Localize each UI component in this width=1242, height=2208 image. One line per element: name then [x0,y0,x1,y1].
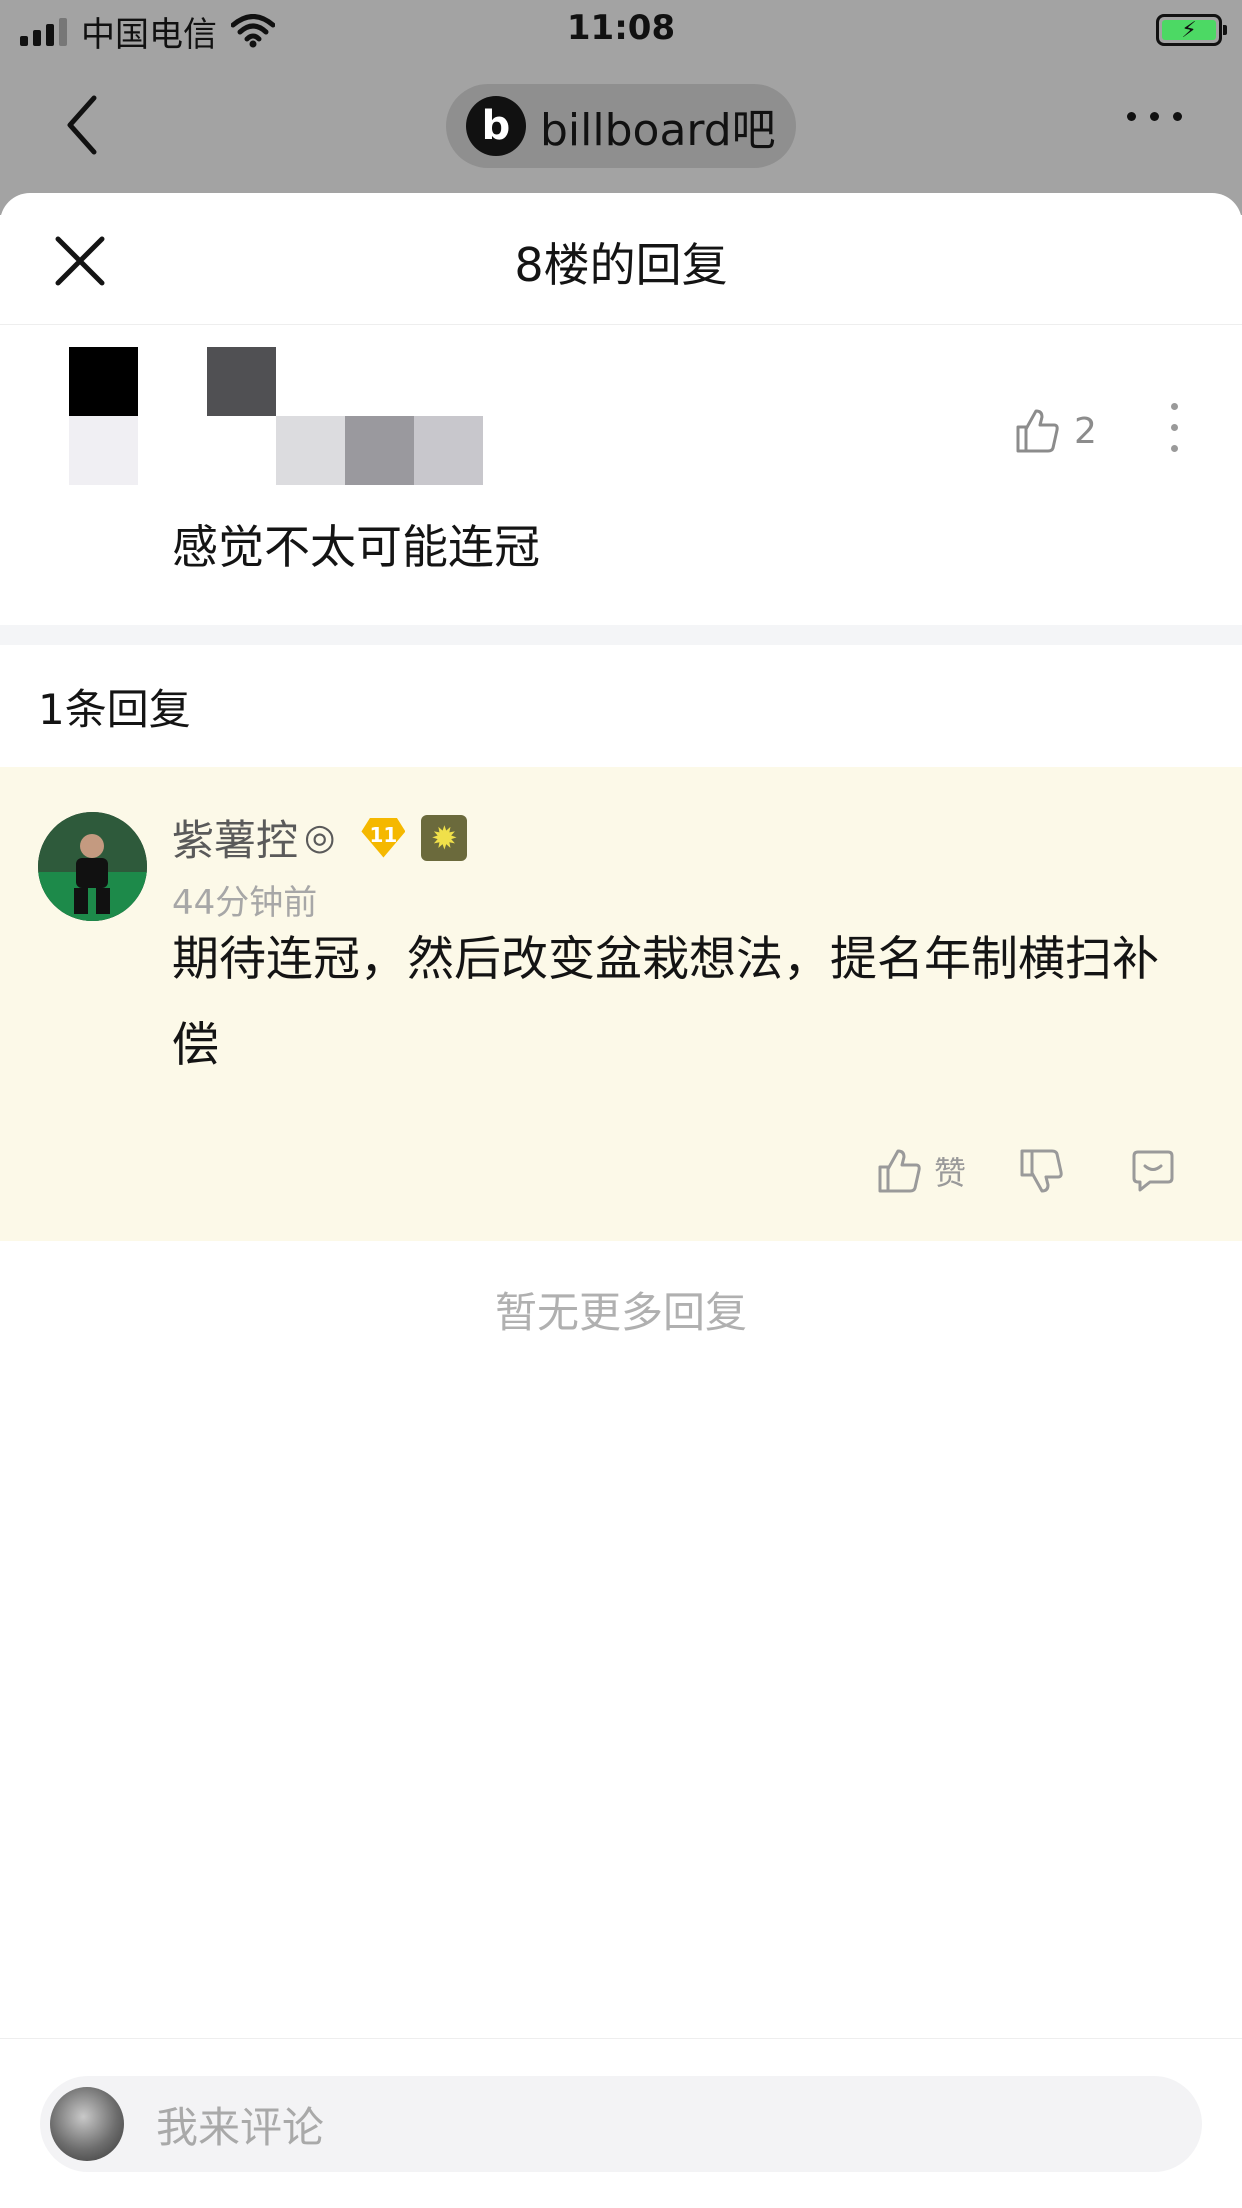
avatar[interactable] [38,812,147,921]
main-comment-text: 感觉不太可能连冠 [172,520,540,574]
forum-name: billboard吧 [540,105,776,156]
comment-placeholder: 我来评论 [156,2102,325,2152]
comment-bubble-icon [1132,1150,1174,1192]
reply-item: 紫薯控 ◎ 11 ✹ 44分钟前 期待连冠，然后改变盆栽想法，提名年制横扫补偿 … [0,767,1242,1241]
status-bar: 中国电信 11:08 ⚡ [0,0,1242,62]
section-divider [0,625,1242,645]
forum-pill[interactable]: b billboard吧 [446,84,796,168]
status-time: 11:08 [566,8,676,48]
reply-text: 期待连冠，然后改变盆栽想法，提名年制横扫补偿 [172,932,1159,1073]
comment-input[interactable]: 我来评论 [40,2076,1202,2172]
reply-user: 紫薯控 ◎ 11 ✹ [172,807,468,868]
my-avatar [50,2087,124,2161]
main-like-button[interactable]: 2 [1014,407,1097,455]
reply-comment-button[interactable] [1130,1148,1176,1194]
level-badge: 11 [357,817,409,858]
no-more-replies: 暂无更多回复 [494,1288,747,1337]
sheet-header: 8楼的回复 [0,193,1242,325]
reply-username[interactable]: 紫薯控 [172,807,298,868]
sheet-title: 8楼的回复 [514,238,728,292]
level-badge-number: 11 [361,817,406,858]
reply-actions: 赞 [876,1147,1176,1195]
bottom-comment-bar: 我来评论 [0,2038,1242,2208]
thumbs-up-icon [878,1149,921,1193]
chevron-left-icon[interactable] [58,90,108,160]
top-nav: b billboard吧 [0,70,1242,180]
reply-like-button[interactable]: 赞 [876,1147,966,1195]
battery-charging-icon: ⚡ [1156,14,1227,46]
more-vertical-icon[interactable] [1171,403,1178,452]
member-badge-icon: ✹ [421,814,468,861]
reply-count-header: 1条回复 [38,684,191,734]
thumbs-down-icon [1020,1149,1063,1193]
reply-sheet: 8楼的回复 2 感觉不太可能连冠 1条回复 紫薯控 ◎ 11 ✹ 44分钟前 期… [0,193,1242,2208]
more-horizontal-icon[interactable] [1127,112,1182,121]
like-label: 赞 [934,1154,967,1192]
like-count: 2 [1074,410,1097,452]
main-comment: 2 感觉不太可能连冠 [0,325,1242,625]
forum-logo: b [466,96,526,156]
thumbs-up-icon [1016,409,1059,453]
verified-ring-icon: ◎ [304,817,336,858]
reply-dislike-button[interactable] [1018,1147,1064,1195]
